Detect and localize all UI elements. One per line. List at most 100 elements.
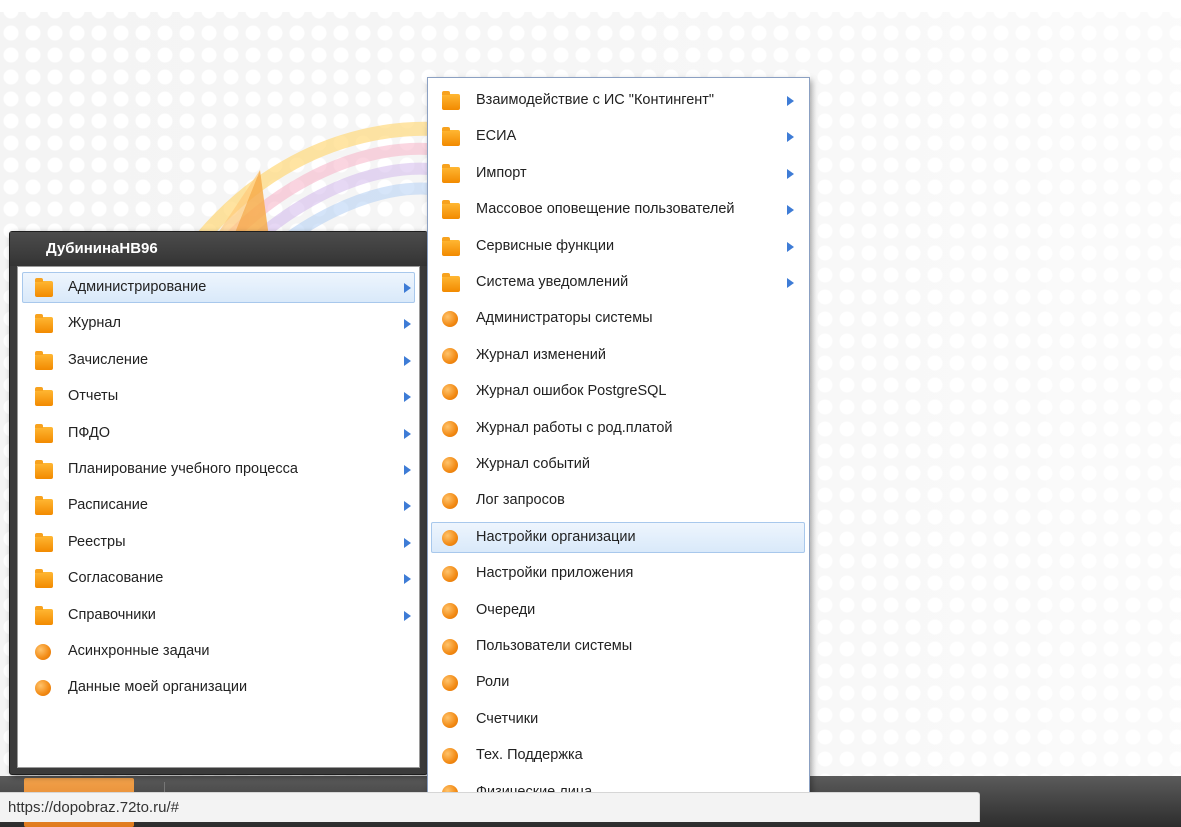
submenu-arrow-icon xyxy=(404,574,411,585)
menu-item-label: Настройки приложения xyxy=(476,565,634,582)
status-bar-url: https://dopobraz.72to.ru/# xyxy=(0,792,980,822)
menu-item-label: Пользователи системы xyxy=(476,638,633,654)
menu-item-журнал-ошибок-postgresql[interactable]: Журнал ошибок PostgreSQL xyxy=(431,376,805,407)
menu-item-label: Тех. Поддержка xyxy=(476,747,583,764)
menu-item-взаимодействие-с-ис-контингент[interactable]: Взаимодействие с ИС "Контингент" xyxy=(431,85,805,116)
menu-item-сервисные-функции[interactable]: Сервисные функции xyxy=(431,231,805,262)
menu-item-label: Лог запросов xyxy=(476,492,565,509)
menu-item-журнал-событий[interactable]: Журнал событий xyxy=(431,449,805,480)
submenu-arrow-icon xyxy=(404,283,411,293)
menu-item-журнал[interactable]: Журнал xyxy=(22,308,415,339)
menu-item-label: ПФДО xyxy=(68,424,111,441)
orange-dot-icon xyxy=(442,711,458,728)
menu-item-label: Сервисные функции xyxy=(476,237,615,254)
orange-dot-icon xyxy=(442,566,458,583)
folder-icon xyxy=(35,314,53,334)
orange-dot-icon xyxy=(442,311,458,328)
menu-item-label: Счетчики xyxy=(476,710,539,727)
menu-item-label: Администрирование xyxy=(68,279,207,295)
submenu-arrow-icon xyxy=(404,428,411,439)
folder-icon xyxy=(442,127,460,147)
menu-item-есиа[interactable]: ЕСИА xyxy=(431,121,805,152)
menu-item-label: Массовое оповещение пользователей xyxy=(476,201,735,218)
menu-item-label: Импорт xyxy=(476,164,527,181)
menu-item-массовое-оповещение-пользователей[interactable]: Массовое оповещение пользователей xyxy=(431,194,805,225)
submenu-arrow-icon xyxy=(404,392,411,403)
menu-item-администрирование[interactable]: Администрирование xyxy=(22,272,415,303)
folder-icon xyxy=(35,423,53,443)
menu-item-label: Журнал работы с род.платой xyxy=(476,419,673,436)
menu-item-label: Журнал изменений xyxy=(476,346,606,363)
orange-dot-icon xyxy=(35,644,51,660)
menu-item-роли[interactable]: Роли xyxy=(431,667,805,698)
submenu-arrow-icon xyxy=(787,241,794,252)
menu-item-label: Роли xyxy=(476,674,510,691)
menu-item-label: Согласование xyxy=(68,570,164,587)
menu-item-label: Администраторы системы xyxy=(476,310,653,327)
menu-item-пфдо[interactable]: ПФДО xyxy=(22,418,415,449)
start-menu: ДубининаНВ96 Администрирование Журнал Зачи… xyxy=(9,231,428,775)
menu-item-журнал-работы-с-род-платой[interactable]: Журнал работы с род.платой xyxy=(431,413,805,444)
orange-dot-icon xyxy=(442,384,458,401)
submenu-arrow-icon xyxy=(787,132,794,143)
submenu-arrow-icon xyxy=(404,465,411,475)
menu-item-импорт[interactable]: Импорт xyxy=(431,158,805,189)
menu-item-label: Отчеты xyxy=(68,388,119,405)
menu-item-label: Журнал событий xyxy=(476,456,590,472)
menu-item-реестры[interactable]: Реестры xyxy=(22,527,415,558)
folder-icon xyxy=(35,460,53,479)
menu-item-асинхронные-задачи[interactable]: Асинхронные задачи xyxy=(22,636,415,667)
menu-item-зачисление[interactable]: Зачисление xyxy=(22,345,415,376)
menu-item-справочники[interactable]: Справочники xyxy=(22,600,415,631)
menu-item-журнал-изменений[interactable]: Журнал изменений xyxy=(431,340,805,371)
menu-item-label: Асинхронные задачи xyxy=(68,643,210,659)
submenu-arrow-icon xyxy=(404,610,411,621)
folder-icon xyxy=(442,163,460,183)
menu-item-label: Система уведомлений xyxy=(476,274,629,290)
orange-dot-icon xyxy=(442,457,458,473)
menu-item-администраторы-системы[interactable]: Администраторы системы xyxy=(431,303,805,334)
menu-item-система-уведомлений[interactable]: Система уведомлений xyxy=(431,267,805,298)
menu-item-настройки-приложения[interactable]: Настройки приложения xyxy=(431,558,805,589)
orange-dot-icon xyxy=(442,420,458,437)
orange-dot-icon xyxy=(442,639,458,655)
menu-item-согласование[interactable]: Согласование xyxy=(22,563,415,594)
menu-item-пользователи-системы[interactable]: Пользователи системы xyxy=(431,631,805,662)
start-menu-username: ДубининаНВ96 xyxy=(10,232,427,266)
submenu-arrow-icon xyxy=(404,501,411,512)
submenu-arrow-icon xyxy=(404,537,411,548)
menu-item-настройки-организации[interactable]: Настройки организации xyxy=(431,521,805,553)
menu-item-label: Взаимодействие с ИС "Контингент" xyxy=(476,92,715,108)
submenu-arrow-icon xyxy=(787,168,794,179)
folder-icon xyxy=(442,200,460,220)
menu-item-планирование-учебного-процесса[interactable]: Планирование учебного процесса xyxy=(22,454,415,485)
start-menu-list: Администрирование Журнал Зачисление Отчеты П… xyxy=(17,266,420,768)
folder-icon xyxy=(35,569,53,589)
menu-item-label: Очереди xyxy=(476,601,536,618)
menu-item-label: Настройки организации xyxy=(476,528,636,545)
submenu-arrow-icon xyxy=(787,96,794,106)
folder-icon xyxy=(35,278,53,297)
menu-item-label: Справочники xyxy=(68,606,156,623)
orange-dot-icon xyxy=(442,602,458,619)
orange-dot-icon xyxy=(442,493,458,510)
menu-item-отчеты[interactable]: Отчеты xyxy=(22,381,415,412)
folder-icon xyxy=(35,387,53,407)
menu-item-label: Реестры xyxy=(68,533,126,550)
orange-dot-icon xyxy=(35,680,51,697)
menu-item-расписание[interactable]: Расписание xyxy=(22,490,415,521)
menu-item-label: Зачисление xyxy=(68,351,149,368)
menu-item-лог-запросов[interactable]: Лог запросов xyxy=(431,485,805,516)
submenu-arrow-icon xyxy=(404,319,411,330)
orange-dot-icon xyxy=(442,748,458,765)
menu-item-очереди[interactable]: Очереди xyxy=(431,595,805,626)
menu-item-тех-поддержка[interactable]: Тех. Поддержка xyxy=(431,740,805,771)
menu-item-данные-моей-организации[interactable]: Данные моей организации xyxy=(22,672,415,703)
folder-icon xyxy=(442,91,460,110)
menu-item-label: Расписание xyxy=(68,497,148,514)
top-strip xyxy=(0,0,1181,12)
submenu-arrow-icon xyxy=(404,355,411,366)
menu-item-label: Журнал ошибок PostgreSQL xyxy=(476,383,667,400)
folder-icon xyxy=(35,350,53,370)
menu-item-счетчики[interactable]: Счетчики xyxy=(431,704,805,735)
